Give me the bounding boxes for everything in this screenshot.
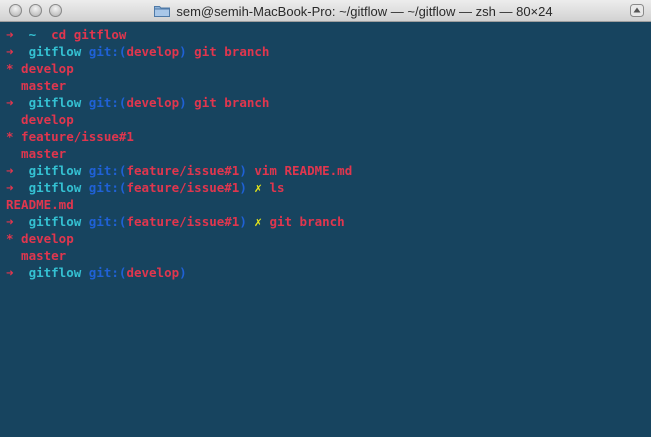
terminal-line: master	[6, 77, 651, 94]
terminal-text-segment: ✗	[246, 180, 262, 195]
terminal-text-segment: gitflow	[28, 95, 89, 110]
terminal-text-segment: feature/issue#1	[126, 214, 240, 229]
title-group: sem@semih-MacBook-Pro: ~/gitflow — ~/git…	[0, 0, 651, 22]
terminal-text-segment: gitflow	[28, 214, 89, 229]
terminal-line: ➜ gitflow git:(develop)	[6, 264, 651, 281]
terminal-text-segment: * feature/issue#1	[6, 129, 134, 144]
terminal-text-segment: vim README.md	[246, 163, 353, 178]
terminal-text-segment: master	[6, 248, 67, 263]
terminal-output[interactable]: ➜ ~ cd gitflow ➜ gitflow git:(develop) gi…	[0, 22, 651, 437]
terminal-text-segment: ➜	[6, 27, 29, 42]
terminal-text-segment: ➜	[6, 180, 29, 195]
title-bar[interactable]: sem@semih-MacBook-Pro: ~/gitflow — ~/git…	[0, 0, 651, 22]
terminal-window: sem@semih-MacBook-Pro: ~/gitflow — ~/git…	[0, 0, 651, 437]
terminal-text-segment: ✗	[246, 214, 262, 229]
terminal-line: * develop	[6, 60, 651, 77]
terminal-text-segment: )	[179, 44, 187, 59]
terminal-text-segment: cd gitflow	[51, 27, 127, 42]
terminal-line: develop	[6, 111, 651, 128]
terminal-text-segment: ➜	[6, 95, 29, 110]
folder-icon	[154, 6, 171, 17]
terminal-text-segment: * develop	[6, 61, 74, 76]
terminal-line: ➜ gitflow git:(develop) git branch	[6, 43, 651, 60]
terminal-text-segment: gitflow	[28, 44, 89, 59]
terminal-text-segment: ➜	[6, 265, 29, 280]
terminal-line: master	[6, 145, 651, 162]
terminal-text-segment: git:(	[88, 44, 127, 59]
terminal-text-segment: develop	[6, 112, 74, 127]
terminal-line: * develop	[6, 230, 651, 247]
terminal-text-segment: feature/issue#1	[126, 163, 240, 178]
terminal-line: ➜ ~ cd gitflow	[6, 26, 651, 43]
terminal-text-segment: git:(	[88, 163, 127, 178]
terminal-text-segment: gitflow	[28, 180, 89, 195]
terminal-line: * feature/issue#1	[6, 128, 651, 145]
terminal-text-segment: git branch	[186, 44, 270, 59]
terminal-text-segment: develop	[126, 95, 180, 110]
terminal-text-segment: * develop	[6, 231, 74, 246]
terminal-line: ➜ gitflow git:(feature/issue#1) ✗ ls	[6, 179, 651, 196]
terminal-line: ➜ gitflow git:(develop) git branch	[6, 94, 651, 111]
terminal-text-segment: README.md	[6, 197, 74, 212]
terminal-text-segment: ➜	[6, 44, 29, 59]
toolbar-toggle-button[interactable]	[630, 4, 644, 17]
terminal-line: ➜ gitflow git:(feature/issue#1) vim READ…	[6, 162, 651, 179]
terminal-text-segment: develop	[126, 265, 180, 280]
terminal-text-segment: develop	[126, 44, 180, 59]
terminal-text-segment: gitflow	[28, 265, 89, 280]
terminal-text-segment: feature/issue#1	[126, 180, 240, 195]
terminal-text-segment: git:(	[88, 214, 127, 229]
terminal-text-segment: master	[6, 78, 67, 93]
terminal-text-segment: git:(	[88, 95, 127, 110]
terminal-text-segment: )	[239, 163, 247, 178]
terminal-text-segment: ~	[28, 27, 52, 42]
terminal-text-segment: ls	[261, 180, 285, 195]
window-title: sem@semih-MacBook-Pro: ~/gitflow — ~/git…	[176, 3, 553, 19]
terminal-text-segment: git branch	[261, 214, 345, 229]
terminal-text-segment: ➜	[6, 214, 29, 229]
terminal-text-segment: )	[179, 265, 187, 280]
terminal-line: master	[6, 247, 651, 264]
terminal-text-segment: gitflow	[28, 163, 89, 178]
terminal-text-segment: ➜	[6, 163, 29, 178]
terminal-text-segment: git:(	[88, 265, 127, 280]
terminal-text-segment: )	[239, 180, 247, 195]
terminal-line: ➜ gitflow git:(feature/issue#1) ✗ git br…	[6, 213, 651, 230]
terminal-line: README.md	[6, 196, 651, 213]
terminal-text-segment: )	[239, 214, 247, 229]
terminal-text-segment: git branch	[186, 95, 270, 110]
terminal-text-segment: git:(	[88, 180, 127, 195]
terminal-text-segment: )	[179, 95, 187, 110]
terminal-text-segment: master	[6, 146, 67, 161]
